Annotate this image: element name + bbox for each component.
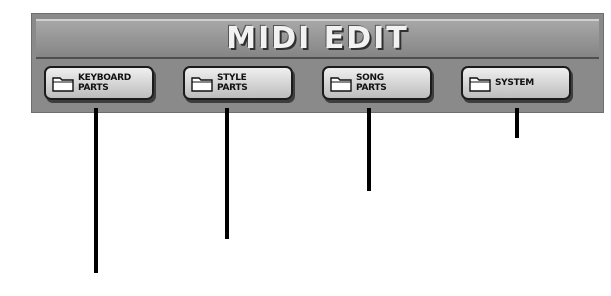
folder-icon — [469, 76, 491, 92]
song-parts-button[interactable]: SONG PARTS — [322, 66, 432, 100]
song-parts-pointer-line — [367, 108, 371, 191]
keyboard-parts-pointer-line — [94, 108, 98, 273]
style-parts-label: STYLE PARTS — [217, 73, 248, 93]
page-title: MIDI EDIT — [226, 21, 409, 56]
keyboard-parts-button[interactable]: KEYBOARD PARTS — [44, 66, 154, 100]
system-label: SYSTEM — [495, 78, 534, 88]
system-pointer-line — [515, 108, 519, 138]
style-parts-pointer-line — [225, 108, 229, 239]
song-parts-label: SONG PARTS — [356, 73, 387, 93]
system-button[interactable]: SYSTEM — [461, 66, 571, 100]
button-row: KEYBOARD PARTS STYLE PARTS SONG PARTS SY… — [42, 66, 592, 106]
keyboard-parts-label: KEYBOARD PARTS — [78, 73, 131, 93]
folder-icon — [330, 76, 352, 92]
style-parts-button[interactable]: STYLE PARTS — [183, 66, 293, 100]
midi-edit-panel: MIDI EDIT KEYBOARD PARTS STYLE PARTS SON… — [31, 13, 604, 113]
folder-icon — [52, 76, 74, 92]
title-bar: MIDI EDIT — [36, 19, 599, 59]
folder-icon — [191, 76, 213, 92]
